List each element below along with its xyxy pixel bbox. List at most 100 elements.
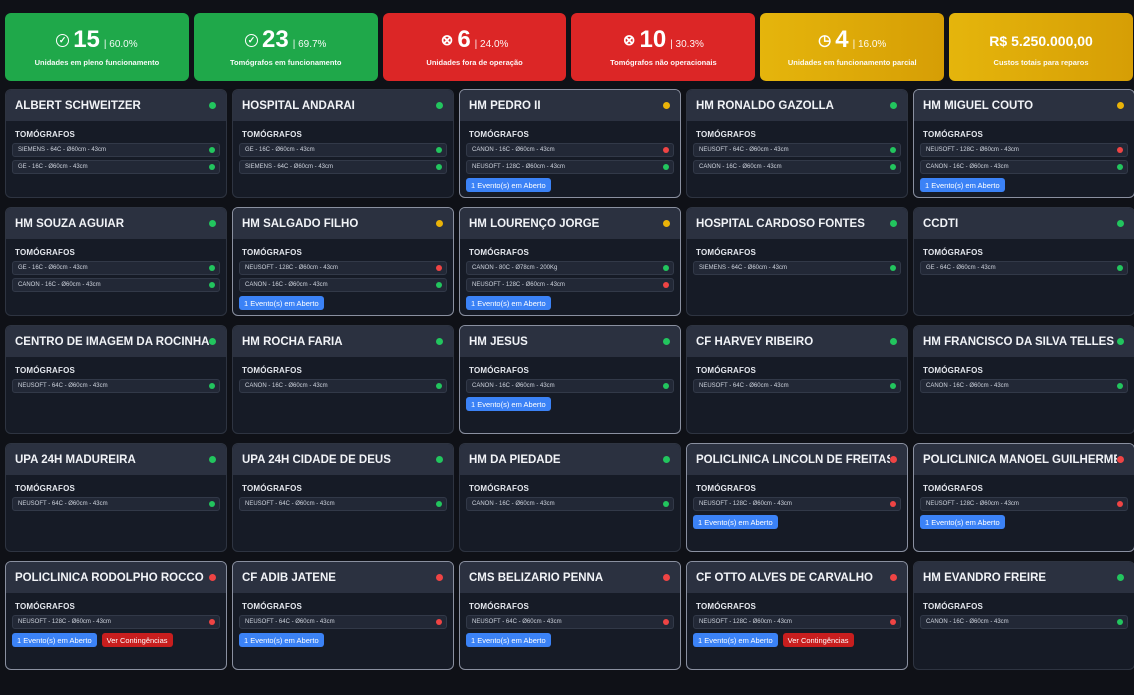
equipment-row[interactable]: NEUSOFT - 128C - Ø60cm - 43cm	[693, 615, 901, 629]
view-contingencies-button[interactable]: Ver Contingências	[101, 633, 173, 647]
stat-card-3: ⊗ 10 | 30.3% Tomógrafos não operacionais	[571, 13, 756, 81]
unit-card[interactable]: POLICLÍNICA RODOLPHO ROCCO TOMÓGRAFOS NEUS…	[5, 561, 227, 670]
equipment-name: NEUSOFT - 128C - Ø60cm - 43cm	[18, 619, 111, 625]
equipment-row[interactable]: CANON - 16C - Ø60cm - 43cm	[920, 615, 1128, 629]
equipment-status-dot-icon	[663, 147, 669, 153]
open-events-button[interactable]: 1 Evento(s) em Aberto	[466, 397, 551, 411]
section-label: TOMÓGRAFOS	[696, 484, 757, 493]
equipment-row[interactable]: NEUSOFT - 64C - Ø60cm - 43cm	[12, 379, 220, 393]
open-events-button[interactable]: 1 Evento(s) em Aberto	[12, 633, 97, 647]
unit-card[interactable]: CF OTTO ALVES DE CARVALHO TOMÓGRAFOS NEUSO…	[686, 561, 908, 670]
equipment-row[interactable]: NEUSOFT - 64C - Ø60cm - 43cm	[693, 379, 901, 393]
equipment-status-dot-icon	[436, 501, 442, 507]
unit-card[interactable]: POLICLÍNICA LINCOLN DE FREITAS TOMÓGRAFOS…	[686, 443, 908, 552]
status-dot-icon	[663, 574, 670, 581]
equipment-row[interactable]: GE - 16C - Ø60cm - 43cm	[12, 261, 220, 275]
equipment-list: NEUSOFT - 64C - Ø60cm - 43cm	[12, 379, 220, 393]
open-events-button[interactable]: 1 Evento(s) em Aberto	[466, 633, 551, 647]
equipment-row[interactable]: SIEMENS - 64C - Ø60cm - 43cm	[693, 261, 901, 275]
unit-card[interactable]: CMS BELIZÁRIO PENNA TOMÓGRAFOS NEUSOFT - 6…	[459, 561, 681, 670]
unit-card-header: ALBERT SCHWEITZER	[6, 90, 226, 121]
unit-card[interactable]: ALBERT SCHWEITZER TOMÓGRAFOS SIEMENS - 64C…	[5, 89, 227, 198]
equipment-list: CANON - 16C - Ø60cm - 43cm	[466, 379, 674, 393]
unit-card[interactable]: CCDTI TOMÓGRAFOS GE - 64C - Ø60cm - 43cm	[913, 207, 1134, 316]
open-events-button[interactable]: 1 Evento(s) em Aberto	[920, 515, 1005, 529]
open-events-button[interactable]: 1 Evento(s) em Aberto	[466, 296, 551, 310]
equipment-row[interactable]: CANON - 16C - Ø60cm - 43cm	[920, 160, 1128, 174]
equipment-list: NEUSOFT - 64C - Ø60cm - 43cm	[239, 497, 447, 511]
unit-card[interactable]: HOSPITAL ANDARAÍ TOMÓGRAFOS GE - 16C - Ø60…	[232, 89, 454, 198]
unit-card[interactable]: HM EVANDRO FREIRE TOMÓGRAFOS CANON - 16C -…	[913, 561, 1134, 670]
equipment-row[interactable]: GE - 16C - Ø60cm - 43cm	[12, 160, 220, 174]
equipment-row[interactable]: SIEMENS - 64C - Ø60cm - 43cm	[239, 160, 447, 174]
unit-card[interactable]: HM PEDRO II TOMÓGRAFOS CANON - 16C - Ø60cm…	[459, 89, 681, 198]
open-events-button[interactable]: 1 Evento(s) em Aberto	[693, 633, 778, 647]
equipment-row[interactable]: NEUSOFT - 64C - Ø60cm - 43cm	[239, 497, 447, 511]
unit-card[interactable]: HM MIGUEL COUTO TOMÓGRAFOS NEUSOFT - 128C …	[913, 89, 1134, 198]
card-actions: 1 Evento(s) em Aberto	[693, 515, 907, 529]
equipment-row[interactable]: NEUSOFT - 128C - Ø60cm - 43cm	[920, 143, 1128, 157]
unit-card[interactable]: CENTRO DE IMAGEM DA ROCINHA TOMÓGRAFOS NEU…	[5, 325, 227, 434]
unit-name: CCDTI	[923, 217, 959, 230]
status-dot-icon	[436, 574, 443, 581]
unit-card[interactable]: HM SOUZA AGUIAR TOMÓGRAFOS GE - 16C - Ø60c…	[5, 207, 227, 316]
open-events-button[interactable]: 1 Evento(s) em Aberto	[466, 178, 551, 192]
equipment-row[interactable]: CANON - 16C - Ø60cm - 43cm	[239, 379, 447, 393]
equipment-row[interactable]: CANON - 80C - Ø78cm - 200Kg	[466, 261, 674, 275]
equipment-row[interactable]: NEUSOFT - 64C - Ø60cm - 43cm	[466, 615, 674, 629]
equipment-name: CANON - 80C - Ø78cm - 200Kg	[472, 265, 558, 271]
equipment-row[interactable]: NEUSOFT - 64C - Ø60cm - 43cm	[239, 615, 447, 629]
equipment-name: CANON - 16C - Ø60cm - 43cm	[472, 147, 555, 153]
unit-name: CENTRO DE IMAGEM DA ROCINHA	[15, 335, 209, 348]
equipment-status-dot-icon	[1117, 501, 1123, 507]
equipment-status-dot-icon	[663, 265, 669, 271]
status-dot-icon	[436, 220, 443, 227]
section-label: TOMÓGRAFOS	[242, 602, 303, 611]
unit-card[interactable]: HM SALGADO FILHO TOMÓGRAFOS NEUSOFT - 128C…	[232, 207, 454, 316]
open-events-button[interactable]: 1 Evento(s) em Aberto	[920, 178, 1005, 192]
equipment-row[interactable]: CANON - 16C - Ø60cm - 43cm	[920, 379, 1128, 393]
unit-card[interactable]: UPA 24H CIDADE DE DEUS TOMÓGRAFOS NEUSOFT …	[232, 443, 454, 552]
section-label: TOMÓGRAFOS	[15, 366, 76, 375]
equipment-row[interactable]: CANON - 16C - Ø60cm - 43cm	[466, 379, 674, 393]
unit-name: ALBERT SCHWEITZER	[15, 99, 141, 112]
equipment-row[interactable]: CANON - 16C - Ø60cm - 43cm	[466, 143, 674, 157]
unit-name: CF HARVEY RIBEIRO	[696, 335, 814, 348]
card-actions: 1 Evento(s) em Aberto	[466, 397, 680, 411]
unit-card[interactable]: CF HARVEY RIBEIRO TOMÓGRAFOS NEUSOFT - 64C…	[686, 325, 908, 434]
unit-card[interactable]: HM JESUS TOMÓGRAFOS CANON - 16C - Ø60cm - …	[459, 325, 681, 434]
equipment-row[interactable]: CANON - 16C - Ø60cm - 43cm	[12, 278, 220, 292]
view-contingencies-button[interactable]: Ver Contingências	[782, 633, 854, 647]
equipment-row[interactable]: NEUSOFT - 64C - Ø60cm - 43cm	[12, 497, 220, 511]
equipment-row[interactable]: CANON - 16C - Ø60cm - 43cm	[239, 278, 447, 292]
open-events-button[interactable]: 1 Evento(s) em Aberto	[693, 515, 778, 529]
equipment-row[interactable]: NEUSOFT - 128C - Ø60cm - 43cm	[239, 261, 447, 275]
equipment-row[interactable]: NEUSOFT - 128C - Ø60cm - 43cm	[920, 497, 1128, 511]
unit-card-header: UPA 24H MADUREIRA	[6, 444, 226, 475]
equipment-row[interactable]: NEUSOFT - 64C - Ø60cm - 43cm	[693, 143, 901, 157]
open-events-button[interactable]: 1 Evento(s) em Aberto	[239, 633, 324, 647]
equipment-row[interactable]: CANON - 16C - Ø60cm - 43cm	[466, 497, 674, 511]
unit-card[interactable]: HM FRANCISCO DA SILVA TELLES TOMÓGRAFOS CA…	[913, 325, 1134, 434]
unit-card[interactable]: POLICLÍNICA MANOEL GUILHERME TOMÓGRAFOS NE…	[913, 443, 1134, 552]
unit-card[interactable]: UPA 24H MADUREIRA TOMÓGRAFOS NEUSOFT - 64C…	[5, 443, 227, 552]
status-dot-icon	[209, 574, 216, 581]
unit-card[interactable]: HM DA PIEDADE TOMÓGRAFOS CANON - 16C - Ø60…	[459, 443, 681, 552]
equipment-row[interactable]: SIEMENS - 64C - Ø60cm - 43cm	[12, 143, 220, 157]
equipment-list: GE - 64C - Ø60cm - 43cm	[920, 261, 1128, 275]
equipment-row[interactable]: NEUSOFT - 128C - Ø60cm - 43cm	[466, 160, 674, 174]
equipment-row[interactable]: NEUSOFT - 128C - Ø60cm - 43cm	[12, 615, 220, 629]
unit-card[interactable]: HM LOURENÇO JORGE TOMÓGRAFOS CANON - 80C -…	[459, 207, 681, 316]
equipment-row[interactable]: NEUSOFT - 128C - Ø60cm - 43cm	[693, 497, 901, 511]
unit-card[interactable]: HOSPITAL CARDOSO FONTES TOMÓGRAFOS SIEMENS…	[686, 207, 908, 316]
unit-card[interactable]: CF ADIB JATENE TOMÓGRAFOS NEUSOFT - 64C - …	[232, 561, 454, 670]
equipment-row[interactable]: GE - 16C - Ø60cm - 43cm	[239, 143, 447, 157]
equipment-row[interactable]: CANON - 16C - Ø60cm - 43cm	[693, 160, 901, 174]
equipment-row[interactable]: GE - 64C - Ø60cm - 43cm	[920, 261, 1128, 275]
open-events-button[interactable]: 1 Evento(s) em Aberto	[239, 296, 324, 310]
unit-card-header: UPA 24H CIDADE DE DEUS	[233, 444, 453, 475]
unit-name: HOSPITAL ANDARAÍ	[242, 99, 355, 112]
equipment-row[interactable]: NEUSOFT - 128C - Ø60cm - 43cm	[466, 278, 674, 292]
unit-card[interactable]: HM RONALDO GAZOLLA TOMÓGRAFOS NEUSOFT - 64…	[686, 89, 908, 198]
unit-card[interactable]: HM ROCHA FARIA TOMÓGRAFOS CANON - 16C - Ø6…	[232, 325, 454, 434]
